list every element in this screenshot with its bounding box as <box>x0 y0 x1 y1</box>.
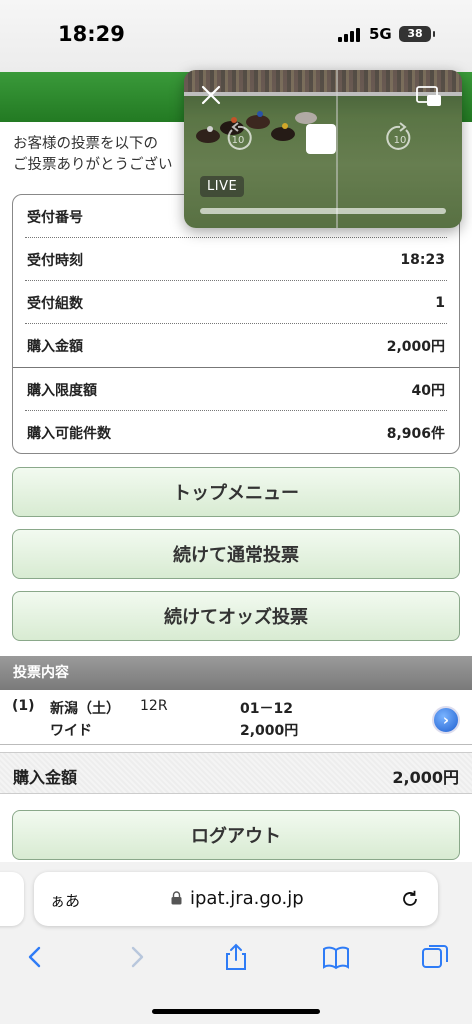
total-label: 購入金額 <box>13 768 78 787</box>
stop-icon[interactable] <box>306 124 336 154</box>
skip-back-icon[interactable]: 10 <box>222 122 254 154</box>
receipt-label: 購入可能件数 <box>27 425 111 442</box>
live-video-player[interactable]: 10 10 LIVE <box>184 70 462 228</box>
video-progress-bar[interactable] <box>200 208 446 214</box>
receipt-row-amount: 購入金額 2,000円 <box>13 324 459 367</box>
receipt-label: 受付組数 <box>27 295 83 312</box>
top-menu-button[interactable]: トップメニュー <box>12 467 460 517</box>
total-value: 2,000円 <box>392 768 459 787</box>
receipt-value: 40円 <box>411 382 445 399</box>
vote-item[interactable]: (1) 新潟（土） 12R 01－12 ワイド 2,000円 <box>0 690 472 745</box>
vote-race: 12R <box>140 698 168 714</box>
share-icon[interactable] <box>221 942 251 972</box>
vote-section-title: 投票内容 <box>0 656 472 690</box>
skip-forward-icon[interactable]: 10 <box>384 122 416 154</box>
battery-icon: 38 <box>399 26 435 42</box>
receipt-value: 2,000円 <box>386 338 445 355</box>
receipt-row-available: 購入可能件数 8,906件 <box>13 411 459 453</box>
continue-odds-vote-button[interactable]: 続けてオッズ投票 <box>12 591 460 641</box>
intro-line-1: お客様の投票を以下の <box>13 136 158 152</box>
vote-index: (1) <box>12 698 35 714</box>
live-badge: LIVE <box>200 176 245 197</box>
vote-venue: 新潟（土） <box>50 701 120 717</box>
previous-tab-preview[interactable] <box>0 872 24 926</box>
receipt-value: 8,906件 <box>386 425 445 442</box>
receipt-row-time: 受付時刻 18:23 <box>13 238 459 281</box>
close-icon[interactable] <box>200 84 222 106</box>
vote-combination: 01－12 <box>240 701 293 717</box>
home-indicator <box>152 1009 320 1014</box>
receipt-table: 受付番号 受付時刻 18:23 受付組数 1 購入金額 2,000円 購入限度額… <box>12 194 460 454</box>
forward-icon[interactable] <box>122 942 152 972</box>
signal-icon <box>338 28 360 42</box>
total-row: 購入金額 2,000円 <box>0 752 472 794</box>
receipt-value: 1 <box>435 294 445 311</box>
vote-bet-type: ワイド <box>50 723 92 739</box>
receipt-label: 購入限度額 <box>27 382 97 399</box>
receipt-label: 購入金額 <box>27 338 83 355</box>
picture-in-picture-icon[interactable] <box>416 86 442 108</box>
intro-text: お客様の投票を以下の ご投票ありがとうござい <box>13 134 173 176</box>
back-icon[interactable] <box>20 942 50 972</box>
detail-arrow-icon[interactable]: › <box>432 706 460 734</box>
intro-line-2: ご投票ありがとうござい <box>13 157 173 173</box>
network-label: 5G <box>369 25 392 43</box>
receipt-row-limit: 購入限度額 40円 <box>13 368 459 411</box>
reload-icon[interactable] <box>400 889 420 909</box>
skip-forward-seconds: 10 <box>394 135 407 146</box>
tabs-icon[interactable] <box>420 942 450 972</box>
receipt-label: 受付番号 <box>27 209 83 226</box>
bookmarks-icon[interactable] <box>321 942 351 972</box>
page-settings-button[interactable]: ぁあ <box>50 890 80 911</box>
status-time: 18:29 <box>58 22 125 46</box>
receipt-row-count: 受付組数 1 <box>13 281 459 324</box>
lock-icon <box>171 891 182 905</box>
receipt-label: 受付時刻 <box>27 252 83 269</box>
logout-button[interactable]: ログアウト <box>12 810 460 860</box>
continue-normal-vote-button[interactable]: 続けて通常投票 <box>12 529 460 579</box>
skip-back-seconds: 10 <box>232 135 245 146</box>
receipt-value: 18:23 <box>400 251 445 268</box>
vote-amount: 2,000円 <box>240 723 299 739</box>
url-text[interactable]: ipat.jra.go.jp <box>190 888 304 909</box>
